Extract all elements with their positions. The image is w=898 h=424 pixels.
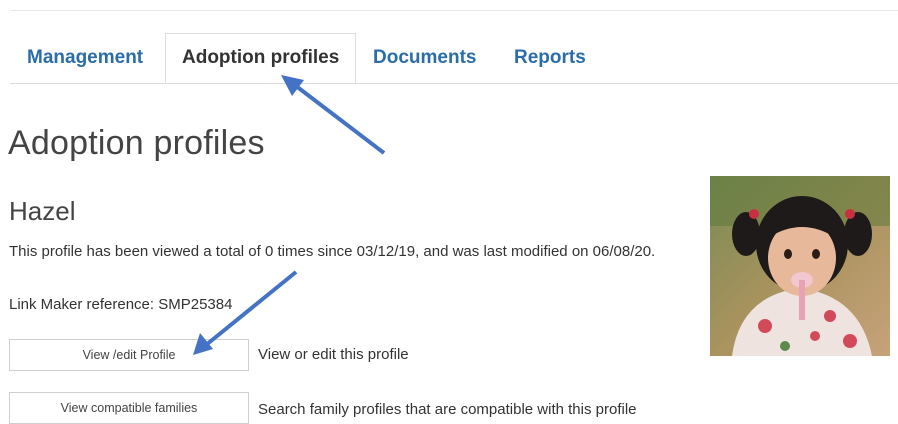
view-edit-profile-description: View or edit this profile xyxy=(258,346,409,363)
arrow-icon xyxy=(281,75,386,155)
link-maker-reference: Link Maker reference: SMP25384 xyxy=(9,296,233,313)
child-name-heading: Hazel xyxy=(9,196,76,226)
header-divider xyxy=(10,10,898,11)
tab-documents[interactable]: Documents xyxy=(373,33,476,83)
tab-adoption-profiles[interactable]: Adoption profiles xyxy=(165,33,357,83)
tabs-divider xyxy=(10,83,898,84)
page-title: Adoption profiles xyxy=(8,124,265,162)
view-compatible-families-description: Search family profiles that are compatib… xyxy=(258,401,637,418)
profile-tabs: Management Adoption profiles Documents R… xyxy=(10,33,898,84)
profile-view-info: This profile has been viewed a total of … xyxy=(9,243,656,260)
view-compatible-families-button[interactable]: View compatible families xyxy=(9,392,249,424)
tab-management[interactable]: Management xyxy=(27,33,143,83)
child-profile-photo xyxy=(710,176,890,356)
tab-reports[interactable]: Reports xyxy=(514,33,586,83)
view-edit-profile-button[interactable]: View /edit Profile xyxy=(9,339,249,371)
